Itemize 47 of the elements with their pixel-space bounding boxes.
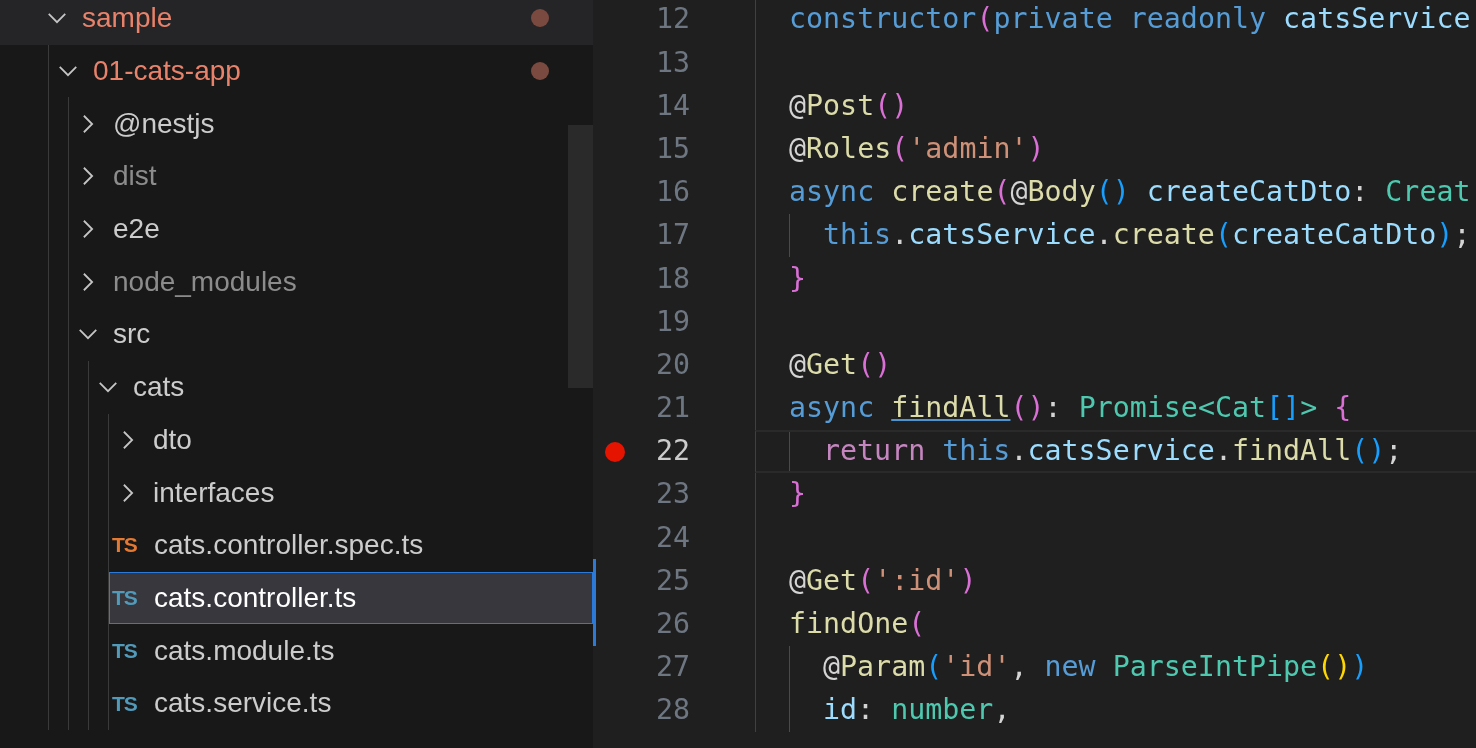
line-number: 12 — [655, 1, 690, 38]
line-number: 27 — [655, 649, 690, 686]
file-item[interactable]: TS cats.module.ts — [109, 624, 568, 677]
typescript-file-icon: TS — [112, 687, 142, 720]
modified-dot-icon — [531, 9, 549, 28]
line-number: 13 — [655, 44, 690, 81]
folder-item[interactable]: node_modules — [69, 255, 568, 309]
code-line: async create(@Body() createCatDto: Creat — [755, 170, 1476, 214]
typescript-file-icon: TS — [112, 529, 142, 561]
folder-item[interactable]: @nestjs — [69, 97, 568, 151]
file-item[interactable]: TS cats.controller.ts — [109, 571, 593, 625]
file-item[interactable]: TS cats.service.ts — [109, 676, 568, 730]
code-line: @Roles('admin') — [755, 127, 1476, 171]
line-number: 25 — [655, 562, 690, 599]
line-number: 16 — [655, 174, 690, 211]
modified-dot-icon — [531, 62, 549, 81]
folder-item[interactable]: 01-cats-app — [49, 44, 568, 98]
typescript-file-icon: TS — [112, 582, 142, 614]
code-line: id: number, — [755, 689, 1476, 733]
line-number: 15 — [655, 130, 690, 167]
line-number: 22 — [655, 433, 690, 470]
line-number: 17 — [655, 217, 690, 254]
line-number: 21 — [655, 390, 690, 427]
line-number: 18 — [655, 260, 690, 297]
file-item[interactable]: TS cats.controller.spec.ts — [109, 518, 568, 572]
code-line: findOne( — [755, 602, 1476, 646]
folder-item[interactable]: e2e — [69, 202, 568, 256]
folder-item[interactable]: dist — [69, 150, 568, 203]
folder-item[interactable]: sample — [0, 0, 593, 45]
code-line: @Get() — [755, 343, 1476, 387]
code-line: @Post() — [755, 84, 1476, 128]
code-line: async findAll(): Promise<Cat[]> { — [755, 386, 1476, 430]
line-number: 14 — [655, 87, 690, 124]
folder-item[interactable]: cats — [89, 360, 568, 414]
code-line: @Get(':id') — [755, 559, 1476, 603]
line-number: 19 — [655, 303, 690, 340]
code-line: return this.catsService.findAll(); — [755, 429, 1476, 474]
folder-item[interactable]: dto — [109, 413, 568, 467]
line-number: 26 — [655, 606, 690, 642]
folder-item[interactable]: src — [69, 308, 568, 361]
line-number: 28 — [655, 692, 690, 729]
typescript-file-icon: TS — [112, 634, 142, 667]
folder-item[interactable]: interfaces — [109, 466, 568, 519]
breakpoint-icon[interactable] — [605, 441, 625, 462]
line-number: 20 — [655, 346, 690, 383]
line-number: 23 — [655, 476, 690, 513]
line-number: 24 — [655, 519, 690, 556]
